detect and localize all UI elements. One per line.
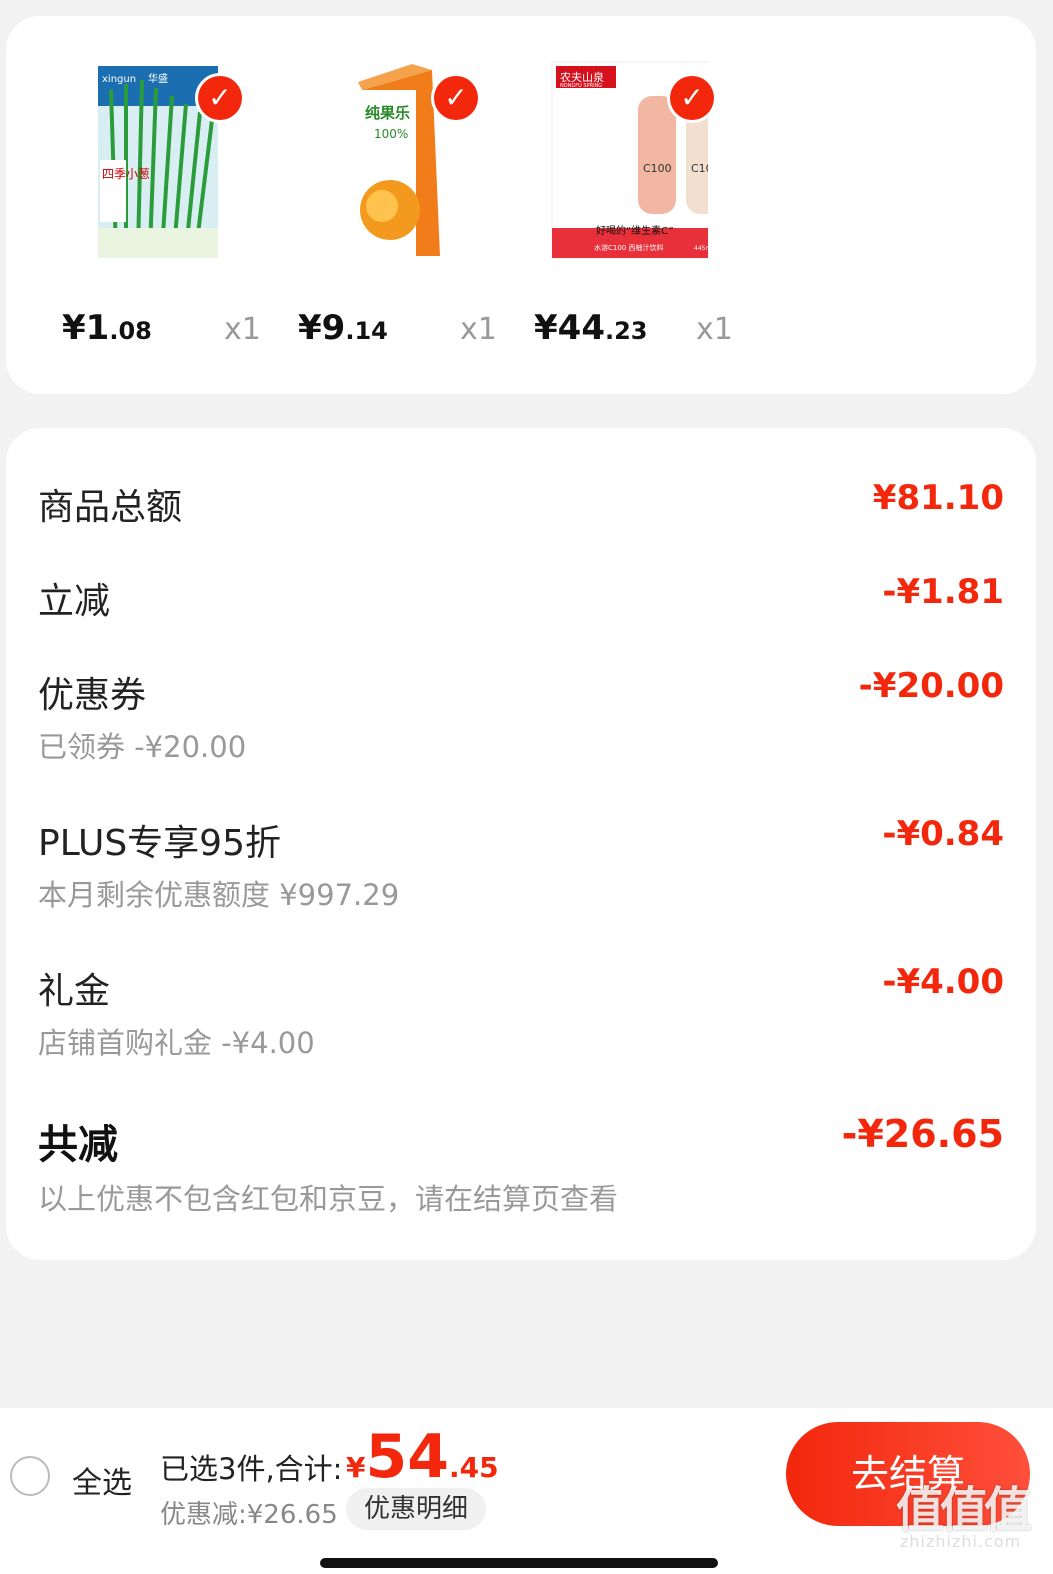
product-brand-text: 华盛 bbox=[148, 72, 168, 85]
gift-money-label: 礼金 bbox=[38, 971, 111, 1012]
product-brand-en-text: NONGFU SPRING bbox=[560, 83, 602, 89]
total-discount-label: 共减 bbox=[38, 1122, 118, 1168]
plus-discount-label: PLUS专享95折 bbox=[38, 823, 281, 864]
instant-discount-label: 立减 bbox=[38, 581, 111, 622]
discount-summary-card: 商品总额 ¥81.10 立减 -¥1.81 优惠券 -¥20.00 已领券 -¥… bbox=[6, 428, 1036, 1260]
product-item[interactable]: xingun 华盛 四季小葱 ✓ ¥1.08 x1 bbox=[6, 16, 261, 394]
product-item[interactable]: 纯果乐 100% ✓ ¥9.14 x1 bbox=[242, 16, 497, 394]
watermark-logo: 值值值 zhizhizhi.com bbox=[896, 1482, 1032, 1551]
discount-detail-button[interactable]: 优惠明细 bbox=[346, 1488, 487, 1530]
product-brand-text: 农夫山泉 bbox=[560, 70, 604, 84]
selected-products-card: xingun 华盛 四季小葱 ✓ ¥1.08 x1 纯果乐 100% ✓ ¥9.… bbox=[6, 16, 1036, 394]
product-image-text: xingun bbox=[102, 74, 136, 85]
checkout-bar: 全选 已选3件,合计: ¥54.45 优惠减:¥26.65 优惠明细 去结算 值… bbox=[0, 1408, 1053, 1574]
product-label-text: C100 bbox=[643, 162, 672, 175]
product-quantity: x1 bbox=[696, 312, 733, 347]
coupon-value: -¥20.00 bbox=[858, 666, 1004, 706]
goods-total-value: ¥81.10 bbox=[872, 478, 1004, 518]
select-all-radio[interactable] bbox=[10, 1456, 50, 1496]
gift-money-sub: 店铺首购礼金 -¥4.00 bbox=[38, 1026, 315, 1060]
total-discount-note: 以上优惠不包含红包和京豆，请在结算页查看 bbox=[38, 1182, 619, 1216]
product-name-text: 四季小葱 bbox=[102, 167, 150, 181]
selected-count-label: 已选3件,合计: bbox=[160, 1452, 343, 1486]
product-item[interactable]: 农夫山泉 NONGFU SPRING C100 C100 好喝的“维生素C” 水… bbox=[478, 16, 733, 394]
goods-total-label: 商品总额 bbox=[38, 487, 183, 528]
select-all-label[interactable]: 全选 bbox=[72, 1458, 132, 1502]
product-size-text: 445ml*15瓶 bbox=[694, 244, 708, 252]
total-discount-value: -¥26.65 bbox=[841, 1112, 1004, 1156]
checkmark-icon[interactable]: ✓ bbox=[670, 76, 714, 120]
home-indicator[interactable] bbox=[320, 1558, 718, 1568]
plus-discount-value: -¥0.84 bbox=[882, 814, 1004, 854]
product-price: ¥1.08 bbox=[62, 308, 152, 348]
checkmark-icon[interactable]: ✓ bbox=[434, 76, 478, 120]
gift-money-value: -¥4.00 bbox=[882, 962, 1004, 1002]
product-volume-text: 100% bbox=[374, 127, 408, 141]
product-label-text: C100 bbox=[691, 162, 708, 175]
product-slogan-text: 好喝的“维生素C” bbox=[596, 224, 674, 237]
product-desc-text: 水溶C100 西柚汁饮料 bbox=[594, 243, 663, 252]
coupon-label: 优惠券 bbox=[38, 675, 147, 716]
product-name-text: 纯果乐 bbox=[365, 104, 410, 122]
plus-discount-sub: 本月剩余优惠额度 ¥997.29 bbox=[38, 878, 400, 912]
total-price: ¥54.45 bbox=[346, 1422, 499, 1492]
instant-discount-value: -¥1.81 bbox=[882, 572, 1004, 612]
product-price: ¥9.14 bbox=[298, 308, 388, 348]
discount-amount: 优惠减:¥26.65 bbox=[160, 1500, 338, 1530]
coupon-sub: 已领券 -¥20.00 bbox=[38, 730, 247, 764]
checkmark-icon[interactable]: ✓ bbox=[198, 76, 242, 120]
product-price: ¥44.23 bbox=[534, 308, 648, 348]
